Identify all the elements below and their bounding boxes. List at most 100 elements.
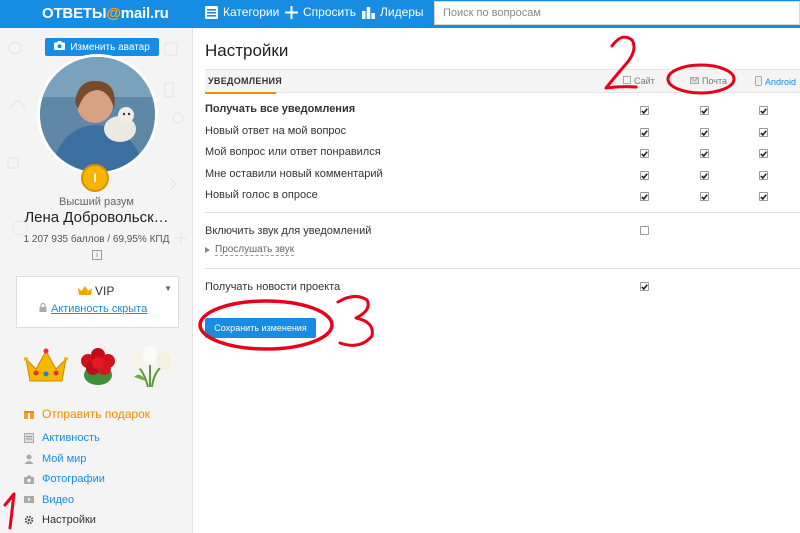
checkbox-mail[interactable]	[700, 171, 709, 180]
sidebar-item-activity[interactable]: Активность	[24, 428, 150, 449]
username[interactable]: Лена Добровольск…	[0, 209, 192, 226]
page-title: Настройки	[205, 41, 289, 60]
change-avatar-label: Изменить аватар	[70, 41, 150, 53]
plus-icon	[285, 5, 298, 19]
mail-icon	[690, 76, 699, 86]
tab-notifications[interactable]: УВЕДОМЛЕНИЯ	[208, 76, 282, 86]
notif-row-label: Новый ответ на мой вопрос	[205, 125, 347, 137]
checkbox-mail[interactable]	[700, 192, 709, 201]
sidebar-item-label: Активность	[42, 432, 100, 445]
checkbox-mail[interactable]	[700, 149, 709, 158]
checkbox-site[interactable]	[640, 149, 649, 158]
info-icon[interactable]: i	[92, 250, 102, 260]
nav-categories[interactable]: Категории	[205, 5, 279, 19]
sidebar-item-label: Фотографии	[42, 473, 105, 486]
checkbox-mail[interactable]	[700, 128, 709, 137]
activity-hidden-label: Активность скрыта	[51, 303, 148, 315]
divider	[205, 268, 800, 269]
sidebar-item-send-gift[interactable]: Отправить подарок	[24, 403, 150, 425]
user-score: 1 207 935 баллов / 69,95% КПД	[23, 234, 170, 245]
sidebar-item-settings[interactable]: Настройки	[24, 510, 150, 531]
column-android-label: Android	[765, 77, 797, 87]
crown-icon	[78, 284, 92, 298]
column-site: Сайт	[623, 76, 655, 86]
nav-ask[interactable]: Спросить	[285, 5, 356, 19]
checkbox-site[interactable]	[640, 171, 649, 180]
android-icon	[755, 76, 762, 88]
column-android: Android	[755, 76, 796, 88]
sidebar-item-photos[interactable]: Фотографии	[24, 469, 150, 490]
notif-row-label: Мне оставили новый комментарий	[205, 168, 383, 180]
lock-icon	[39, 303, 47, 315]
roses-gift-icon[interactable]	[74, 341, 122, 389]
vip-status[interactable]: VIP	[78, 284, 114, 298]
avatar	[37, 54, 158, 175]
sound-row: Включить звук для уведомлений	[205, 225, 795, 237]
myworld-icon	[24, 454, 34, 464]
logo-at: @	[106, 5, 121, 22]
sidebar: Изменить аватар I Высший разум Лена Добр…	[0, 28, 193, 533]
active-tab-indicator	[205, 92, 276, 94]
top-header: ОТВЕТЫ@mail.ru Категории Спросить Лидеры	[0, 0, 800, 28]
column-mail: Почта	[690, 76, 727, 86]
play-icon	[205, 245, 210, 256]
search-input[interactable]	[435, 2, 799, 24]
user-rank: Высший разум	[59, 196, 134, 208]
sidebar-item-label: Настройки	[42, 514, 96, 527]
notif-row-label: Мой вопрос или ответ понравился	[205, 146, 381, 158]
nav-leaders-label: Лидеры	[380, 5, 424, 19]
save-button[interactable]: Сохранить изменения	[205, 318, 316, 338]
sidebar-menu: Отправить подарок Активность Мой мир Фот…	[24, 403, 150, 531]
logo-text: ОТВЕТЫ	[42, 5, 107, 22]
sidebar-item-myworld[interactable]: Мой мир	[24, 449, 150, 470]
settings-tab-row: УВЕДОМЛЕНИЯ Сайт Почта Android	[205, 69, 800, 94]
logo-mail: mail.ru	[120, 5, 169, 22]
sidebar-item-video[interactable]: Видео	[24, 490, 150, 511]
gear-icon	[24, 515, 34, 525]
news-row: Получать новости проекта	[205, 281, 795, 293]
sound-label: Включить звук для уведомлений	[205, 225, 372, 237]
gift-icon	[24, 409, 34, 419]
gifts-row	[22, 341, 174, 389]
rank-medal-icon: I	[81, 164, 109, 192]
divider	[205, 212, 800, 213]
nav-ask-label: Спросить	[303, 5, 356, 19]
categories-icon	[205, 5, 218, 19]
checkbox-mail[interactable]	[700, 106, 709, 115]
sidebar-item-label: Видео	[42, 493, 75, 506]
logo[interactable]: ОТВЕТЫ@mail.ru	[42, 5, 169, 22]
column-mail-label: Почта	[702, 76, 727, 86]
checkbox-site[interactable]	[640, 106, 649, 115]
activity-hidden-link[interactable]: Активность скрыта	[39, 303, 147, 315]
listen-sound-link[interactable]: Прослушать звук	[205, 244, 295, 256]
tulips-gift-icon[interactable]	[126, 341, 174, 389]
sidebar-item-label: Мой мир	[42, 452, 87, 465]
nav-leaders[interactable]: Лидеры	[362, 5, 424, 19]
vip-box: VIP ▼ Активность скрыта	[16, 276, 179, 328]
checkbox-android[interactable]	[759, 192, 768, 201]
checkbox-site[interactable]	[640, 128, 649, 137]
chevron-down-icon[interactable]: ▼	[164, 284, 172, 293]
camera-icon	[24, 474, 34, 484]
settings-main: Настройки УВЕДОМЛЕНИЯ Сайт Почта Android…	[193, 28, 800, 533]
nav-categories-label: Категории	[223, 5, 280, 19]
checkbox-android[interactable]	[759, 171, 768, 180]
column-site-label: Сайт	[634, 76, 655, 86]
news-label: Получать новости проекта	[205, 281, 341, 293]
checkbox-android[interactable]	[759, 106, 768, 115]
camera-icon	[54, 41, 66, 53]
vip-label: VIP	[95, 284, 115, 298]
site-icon	[623, 76, 631, 86]
search-box	[434, 1, 800, 25]
checkbox-android[interactable]	[759, 149, 768, 158]
crown-gift-icon[interactable]	[22, 341, 70, 389]
notif-row-label: Получать все уведомления	[205, 103, 356, 115]
video-icon	[24, 495, 34, 505]
checkbox-android[interactable]	[759, 128, 768, 137]
sidebar-item-label: Отправить подарок	[42, 407, 151, 421]
activity-icon	[24, 433, 34, 444]
listen-sound-label: Прослушать звук	[215, 244, 295, 256]
checkbox-site[interactable]	[640, 192, 649, 201]
notif-row-label: Новый голос в опросе	[205, 189, 318, 201]
leaders-icon	[362, 6, 375, 19]
